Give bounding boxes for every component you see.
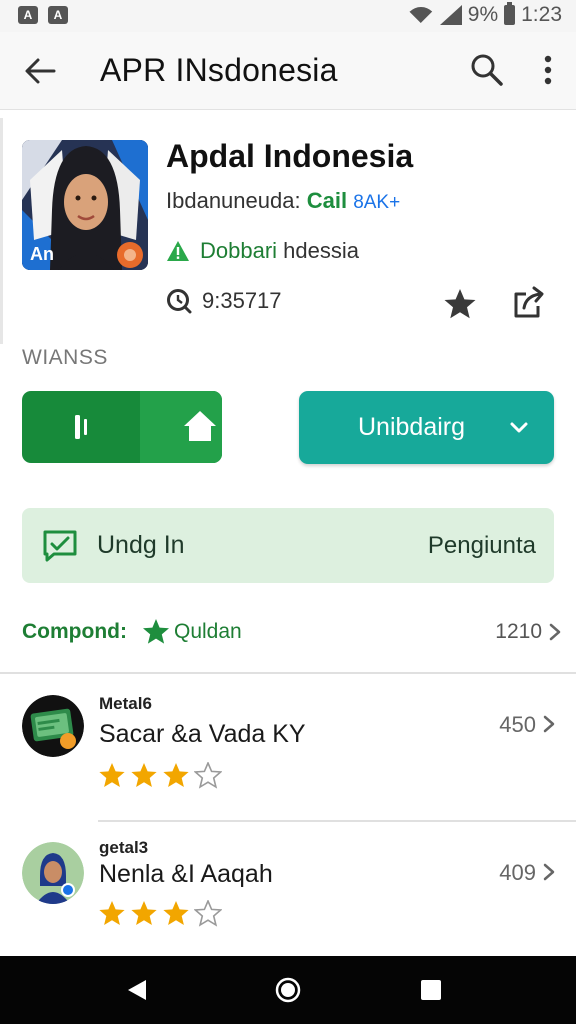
review-count: 450 xyxy=(499,712,536,737)
message-check-icon xyxy=(43,530,77,562)
chevron-right-icon xyxy=(543,863,555,881)
avatar-image xyxy=(22,842,84,904)
star-filled-icon xyxy=(131,901,157,925)
developer-name: Ibdanuneuda: xyxy=(166,188,301,213)
app-category: Dobbari hdessia xyxy=(166,238,359,264)
wifi-icon xyxy=(408,5,434,25)
divider xyxy=(98,820,576,822)
developer-tag-blue: 8AK+ xyxy=(353,192,401,213)
star-filled-icon xyxy=(163,763,189,787)
chevron-right-icon xyxy=(543,715,555,733)
divider xyxy=(0,672,576,674)
app-name: Apdal Indonesia xyxy=(166,138,414,174)
review-stars xyxy=(98,900,222,927)
avatar xyxy=(22,842,84,904)
star-filled-icon xyxy=(131,763,157,787)
app-developer[interactable]: Ibdanuneuda: Cail 8AK+ xyxy=(166,188,400,214)
star-filled-icon xyxy=(99,763,125,787)
rating-label: Compond: xyxy=(22,620,127,643)
signal-icon xyxy=(439,5,462,25)
status-left-icons: A A xyxy=(18,6,68,24)
rating-summary-row[interactable]: Compond: Quldan 1210 xyxy=(22,618,562,648)
avatar-image xyxy=(22,695,84,757)
avatar xyxy=(22,695,84,757)
clock-icon xyxy=(167,289,192,314)
rating-value: Quldan xyxy=(174,620,242,643)
category-green: Dobbari xyxy=(200,238,278,263)
status-bar: A A 9% 1:23 xyxy=(0,0,576,32)
star-icon[interactable] xyxy=(442,286,478,322)
share-icon[interactable] xyxy=(510,284,548,322)
search-icon[interactable] xyxy=(468,51,506,89)
clock: 1:23 xyxy=(521,3,562,26)
app-icon-badge: An xyxy=(30,244,54,264)
promo-right-label: Pengiunta xyxy=(427,532,536,559)
chevron-right-icon xyxy=(549,623,561,641)
more-vert-icon[interactable] xyxy=(534,50,562,90)
developer-tag-green: Cail xyxy=(306,188,348,213)
review-small-label: getal3 xyxy=(99,838,149,857)
review-small-label: Metal6 xyxy=(99,694,152,713)
pause-icon xyxy=(75,415,87,439)
rating-count: 1210 xyxy=(495,620,542,643)
notification-icon: A xyxy=(18,6,38,24)
home-icon xyxy=(184,411,216,441)
star-icon xyxy=(143,619,169,644)
install-button[interactable] xyxy=(22,391,222,463)
battery-icon xyxy=(504,2,516,25)
list-item[interactable]: getal3 Nenla &I Aaqah 409 xyxy=(0,826,576,946)
review-title: Nenla &I Aaqah xyxy=(99,860,273,888)
meta-value: 9:35717 xyxy=(202,288,282,313)
app-meta: 9:35717 xyxy=(166,288,282,314)
review-stars xyxy=(98,762,222,789)
app-bar: APR INsdonesia xyxy=(0,32,576,110)
list-item[interactable]: Metal6 Sacar &a Vada KY 450 xyxy=(0,680,576,800)
battery-percent: 9% xyxy=(467,3,499,26)
star-empty-icon xyxy=(194,900,222,927)
nav-recents-icon[interactable] xyxy=(420,979,442,1001)
nav-back-icon[interactable] xyxy=(126,978,148,1002)
promo-card[interactable]: Undg In Pengiunta xyxy=(22,508,554,583)
arrow-left-icon[interactable] xyxy=(20,51,60,91)
star-filled-icon xyxy=(99,901,125,925)
nav-home-icon[interactable] xyxy=(274,976,302,1004)
star-empty-icon xyxy=(194,762,222,789)
promo-left-label: Undg In xyxy=(97,531,185,559)
star-filled-icon xyxy=(163,901,189,925)
review-title: Sacar &a Vada KY xyxy=(99,720,306,748)
update-button[interactable]: Unibdairg xyxy=(299,391,554,464)
content-edge xyxy=(0,118,3,344)
update-button-label: Unibdairg xyxy=(358,413,466,441)
notification-icon: A xyxy=(48,6,68,24)
chevron-down-icon xyxy=(510,422,528,433)
app-icon: An xyxy=(22,140,148,270)
system-nav-bar xyxy=(0,956,576,1024)
review-count: 409 xyxy=(499,860,536,885)
category-rest: hdessia xyxy=(283,238,360,263)
status-right: 9% 1:23 xyxy=(408,2,562,27)
page-title: APR INsdonesia xyxy=(100,52,338,88)
section-label: WIANSS xyxy=(22,346,108,369)
warning-icon xyxy=(167,241,189,261)
